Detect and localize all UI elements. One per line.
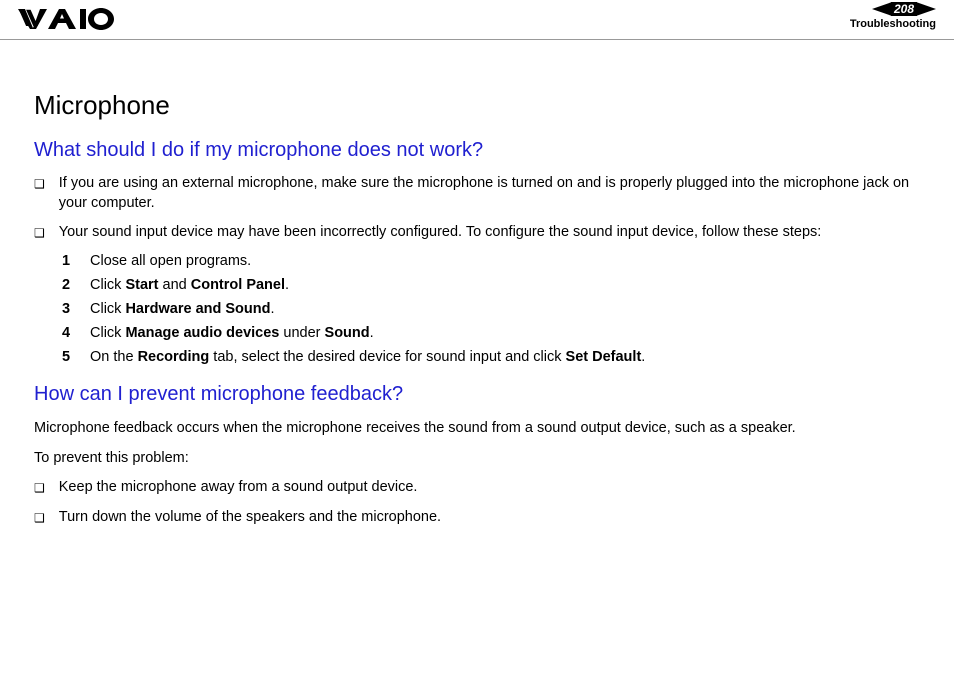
next-page-arrow-icon[interactable] — [916, 2, 936, 16]
page-number: 208 — [891, 2, 917, 16]
paragraph: Microphone feedback occurs when the micr… — [34, 418, 924, 438]
list-item: Your sound input device may have been in… — [34, 223, 924, 243]
q1-steps: 1Close all open programs. 2Click Start a… — [62, 253, 924, 365]
step-item: 5On the Recording tab, select the desire… — [62, 349, 924, 365]
paragraph: To prevent this problem: — [34, 448, 924, 468]
page-header: 208 Troubleshooting — [0, 0, 954, 40]
q2-bullets: Keep the microphone away from a sound ou… — [34, 478, 924, 527]
page-title: Microphone — [34, 90, 924, 121]
page-content: Microphone What should I do if my microp… — [0, 40, 954, 527]
step-item: 4Click Manage audio devices under Sound. — [62, 325, 924, 341]
section-label[interactable]: Troubleshooting — [850, 18, 936, 30]
question-heading-1: What should I do if my microphone does n… — [34, 139, 924, 162]
step-item: 1Close all open programs. — [62, 253, 924, 269]
step-item: 3Click Hardware and Sound. — [62, 301, 924, 317]
question-heading-2: How can I prevent microphone feedback? — [34, 383, 924, 406]
prev-page-arrow-icon[interactable] — [872, 2, 892, 16]
q1-bullets: If you are using an external microphone,… — [34, 174, 924, 243]
step-item: 2Click Start and Control Panel. — [62, 277, 924, 293]
vaio-logo — [18, 8, 118, 35]
list-item: Turn down the volume of the speakers and… — [34, 508, 924, 528]
page-nav: 208 Troubleshooting — [850, 2, 936, 30]
list-item: Keep the microphone away from a sound ou… — [34, 478, 924, 498]
list-item: If you are using an external microphone,… — [34, 174, 924, 213]
